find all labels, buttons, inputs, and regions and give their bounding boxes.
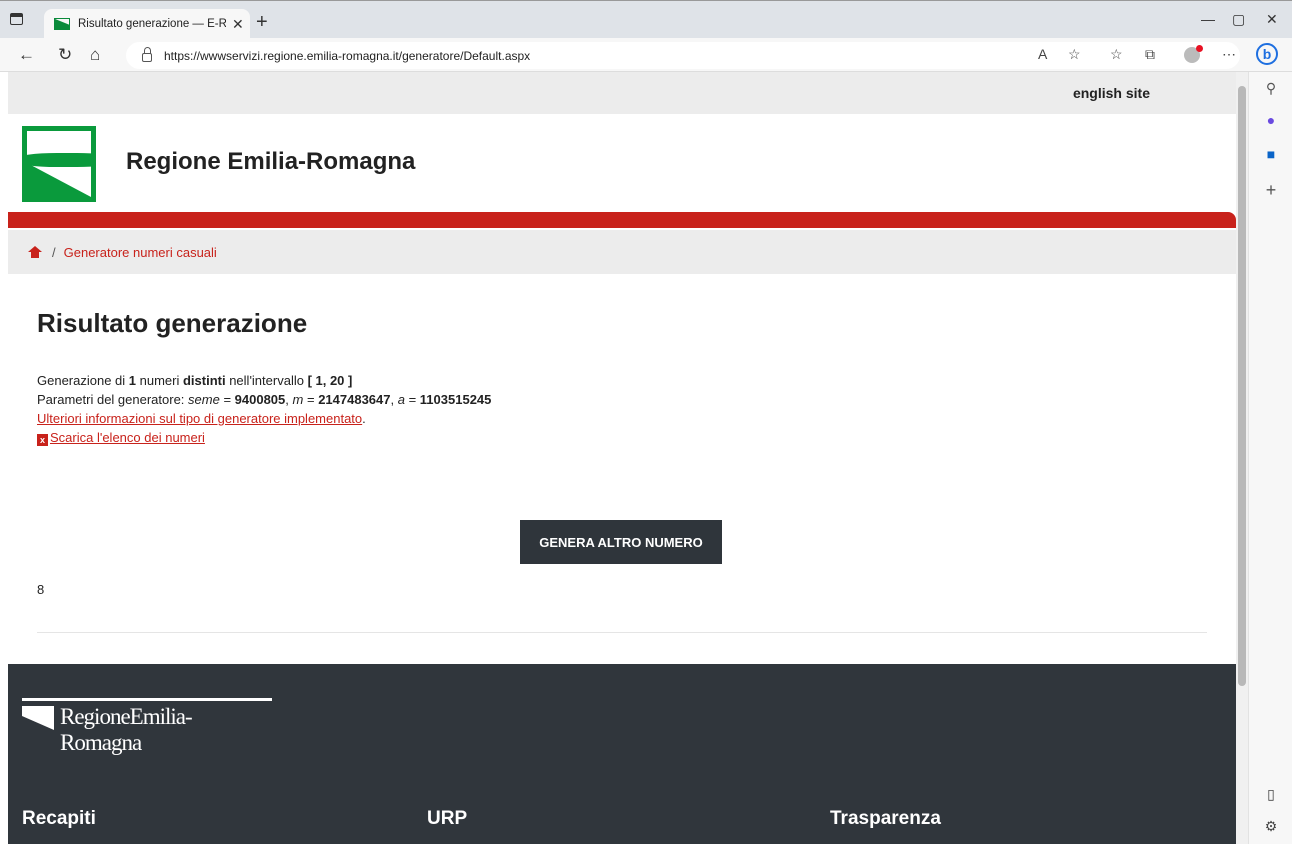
excel-icon: x bbox=[37, 434, 48, 446]
more-icon[interactable]: ⋯ bbox=[1222, 46, 1236, 63]
read-aloud-icon[interactable]: A bbox=[1038, 46, 1047, 62]
breadcrumb-item[interactable]: Generatore numeri casuali bbox=[64, 245, 217, 260]
outlook-icon[interactable]: ■ bbox=[1261, 146, 1281, 166]
add-sidebar-icon[interactable]: + bbox=[1261, 180, 1281, 200]
footer-heading-urp: URP bbox=[427, 808, 468, 829]
profile-avatar[interactable] bbox=[1184, 45, 1203, 63]
close-tab-icon[interactable]: ✕ bbox=[232, 16, 244, 33]
search-icon[interactable]: ⚲ bbox=[1261, 80, 1281, 100]
home-icon[interactable] bbox=[28, 246, 42, 258]
lock-icon[interactable] bbox=[142, 47, 152, 62]
favorite-add-icon[interactable]: ☆ bbox=[1068, 46, 1081, 63]
office-icon[interactable]: ● bbox=[1261, 112, 1281, 132]
site-title[interactable]: Regione Emilia-Romagna bbox=[126, 148, 415, 176]
new-tab-icon[interactable]: + bbox=[256, 11, 268, 34]
tab-actions-icon[interactable] bbox=[10, 13, 23, 25]
page-title: Risultato generazione bbox=[37, 308, 308, 338]
generation-summary: Generazione di 1 numeri distinti nell'in… bbox=[37, 373, 353, 388]
footer-heading-recapiti: Recapiti bbox=[22, 808, 96, 829]
browser-sidebar: ⚲ ● ■ + ▯ ⚙ bbox=[1248, 72, 1292, 844]
download-line: x Scarica l'elenco dei numeri bbox=[37, 428, 1207, 447]
close-window-icon[interactable]: ✕ bbox=[1266, 11, 1278, 28]
top-strip: english site bbox=[8, 72, 1236, 114]
footer-heading-trasparenza: Trasparenza bbox=[830, 808, 941, 829]
generate-another-button[interactable]: GENERA ALTRO NUMERO bbox=[520, 520, 722, 564]
regione-logo[interactable] bbox=[22, 126, 96, 202]
bing-copilot-icon[interactable]: b bbox=[1256, 43, 1278, 65]
divider bbox=[37, 632, 1207, 633]
browser-tabstrip: Risultato generazione — E-R Il p ✕ + — ▢… bbox=[0, 0, 1292, 39]
collections-icon[interactable]: ⧉ bbox=[1145, 46, 1155, 63]
address-toolbar: ← ↻ ⌂ https://wwwservizi.regione.emilia-… bbox=[0, 38, 1292, 72]
breadcrumb-separator: / bbox=[52, 244, 56, 260]
tab-title: Risultato generazione — E-R Il p bbox=[78, 18, 226, 30]
generator-parameters: Parametri del generatore: seme = 9400805… bbox=[37, 392, 492, 407]
scrollbar-thumb[interactable] bbox=[1238, 86, 1246, 686]
back-icon[interactable]: ← bbox=[18, 45, 35, 65]
download-numbers-link[interactable]: Scarica l'elenco dei numeri bbox=[50, 430, 205, 445]
breadcrumb: / Generatore numeri casuali bbox=[8, 230, 1236, 274]
sidebar-toggle-icon[interactable]: ▯ bbox=[1261, 786, 1281, 806]
favicon-icon bbox=[54, 18, 70, 30]
generated-number: 8 bbox=[37, 582, 45, 597]
reload-icon[interactable]: ↻ bbox=[58, 45, 72, 65]
main-content: Risultato generazione Generazione di 1 n… bbox=[37, 308, 1207, 633]
settings-icon[interactable]: ⚙ bbox=[1261, 818, 1281, 838]
browser-tab[interactable]: Risultato generazione — E-R Il p ✕ bbox=[44, 9, 250, 39]
red-accent-bar bbox=[8, 212, 1236, 228]
footer-logo[interactable]: RegioneEmilia-Romagna bbox=[22, 698, 272, 755]
generator-info-link[interactable]: Ulteriori informazioni sul tipo di gener… bbox=[37, 411, 362, 426]
info-line: Ulteriori informazioni sul tipo di gener… bbox=[37, 411, 366, 426]
site-header: Regione Emilia-Romagna bbox=[8, 114, 1236, 212]
page-scrollbar[interactable] bbox=[1236, 72, 1248, 844]
page-viewport: english site Regione Emilia-Romagna / Ge… bbox=[8, 72, 1236, 844]
home-browser-icon[interactable]: ⌂ bbox=[90, 45, 100, 65]
favorites-icon[interactable]: ☆ bbox=[1110, 46, 1123, 63]
maximize-icon[interactable]: ▢ bbox=[1232, 11, 1245, 28]
url-text: https://wwwservizi.regione.emilia-romagn… bbox=[164, 48, 531, 63]
english-site-link[interactable]: english site bbox=[1073, 85, 1150, 101]
minimize-icon[interactable]: — bbox=[1201, 11, 1215, 27]
site-footer: RegioneEmilia-Romagna Recapiti URP Trasp… bbox=[8, 664, 1236, 844]
